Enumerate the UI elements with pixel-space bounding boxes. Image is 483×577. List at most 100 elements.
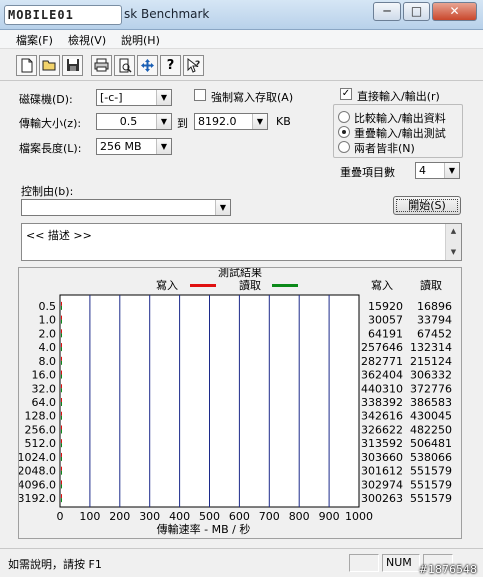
read-value: 372776 (410, 382, 452, 395)
status-pane-blank (349, 554, 379, 572)
write-bar (61, 439, 62, 444)
drive-select[interactable]: [-c-] ▼ (96, 89, 172, 106)
svg-text:?: ? (195, 60, 200, 70)
to-label: 到 (177, 117, 188, 130)
file-length-value: 256 MB (100, 140, 142, 153)
read-value: 482250 (410, 423, 452, 436)
close-button[interactable]: ✕ (432, 2, 477, 21)
x-axis-label: 傳輸速率 - MB / 秒 (157, 522, 251, 536)
description-scrollbar[interactable]: ▲ ▼ (445, 224, 461, 260)
help-icon[interactable]: ? (160, 55, 181, 76)
scroll-up-icon[interactable]: ▲ (446, 224, 461, 239)
x-tick-label: 600 (229, 510, 250, 523)
write-value: 257646 (361, 341, 403, 354)
write-bar (61, 494, 62, 499)
write-bar (61, 301, 62, 306)
menu-help[interactable]: 說明(H) (121, 32, 160, 48)
chevron-down-icon: ▼ (156, 114, 171, 129)
read-bar (61, 456, 62, 461)
x-tick-label: 500 (199, 510, 220, 523)
x-tick-label: 900 (319, 510, 340, 523)
menu-file[interactable]: 檔案(F) (16, 32, 53, 48)
x-tick-label: 100 (79, 510, 100, 523)
y-tick-label: 128.0 (25, 410, 57, 423)
benchmark-window: MOBILE01 sk Benchmark ─ □ ✕ 檔案(F) 檢視(V) … (0, 0, 483, 577)
read-bar (61, 319, 62, 324)
legend-write-label: 寫入 (156, 278, 178, 292)
write-value: 64191 (368, 327, 403, 340)
y-tick-label: 3192.0 (19, 492, 56, 505)
watermark-text: #1876548 (418, 563, 477, 576)
y-tick-label: 2048.0 (19, 465, 56, 478)
y-tick-label: 512.0 (25, 437, 57, 450)
save-icon[interactable] (62, 55, 83, 76)
status-bar: 如需說明，請按 F1 NUM #1876548 (0, 548, 483, 577)
y-tick-label: 32.0 (32, 382, 57, 395)
print-preview-icon[interactable] (114, 55, 135, 76)
toolbar: ? ? (0, 49, 483, 81)
transfer-from-select[interactable]: 0.5 ▼ (96, 113, 172, 130)
context-help-icon[interactable]: ? (183, 55, 204, 76)
write-value: 338392 (361, 396, 403, 409)
read-value: 67452 (417, 327, 452, 340)
move-arrows-icon[interactable] (137, 55, 158, 76)
read-bar (61, 333, 62, 338)
write-bar (61, 384, 62, 389)
read-value: 386583 (410, 396, 452, 409)
minimize-button[interactable]: ─ (373, 2, 401, 21)
direct-io-checkbox[interactable]: ✓ (340, 88, 352, 100)
radio-overlapped-io[interactable] (338, 126, 350, 138)
write-bar (61, 370, 62, 375)
read-value: 551579 (410, 465, 452, 478)
start-button[interactable]: 開始(S) (393, 196, 461, 215)
read-value: 551579 (410, 478, 452, 491)
y-tick-label: 1.0 (39, 314, 57, 327)
description-textarea[interactable]: << 描述 >> ▲ ▼ (21, 223, 462, 261)
write-bar (61, 315, 62, 320)
y-tick-label: 0.5 (39, 300, 57, 313)
x-tick-label: 1000 (345, 510, 373, 523)
menu-view[interactable]: 檢視(V) (68, 32, 106, 48)
transfer-to-value: 8192.0 (198, 115, 237, 128)
write-value: 15920 (368, 300, 403, 313)
read-value: 538066 (410, 451, 452, 464)
open-folder-icon[interactable] (39, 55, 60, 76)
write-bar (61, 466, 62, 471)
radio-neither[interactable] (338, 141, 350, 153)
read-bar (61, 443, 62, 448)
radio-overlapped-io-label: 重疊輸入/輸出測試 (354, 127, 446, 140)
write-value: 440310 (361, 382, 403, 395)
radio-compare-io-label: 比較輸入/輸出資料 (354, 112, 446, 125)
write-value: 282771 (361, 355, 403, 368)
read-value: 33794 (417, 314, 452, 327)
window-title: sk Benchmark (124, 7, 210, 21)
legend-read-swatch (272, 284, 298, 287)
chart-title: 測試結果 (218, 268, 262, 279)
chevron-down-icon: ▼ (444, 163, 459, 178)
controlled-by-select[interactable]: ▼ (21, 199, 231, 216)
print-icon[interactable] (91, 55, 112, 76)
scroll-down-icon[interactable]: ▼ (446, 245, 461, 260)
write-bar (61, 452, 62, 457)
read-bar (61, 429, 62, 434)
write-bar (61, 329, 62, 334)
results-chart: 測試結果寫入 讀取 寫入 讀取 0 100 200 300 400 500 600 700 800 900… (18, 265, 453, 536)
maximize-button[interactable]: □ (403, 2, 430, 21)
read-value: 132314 (410, 341, 452, 354)
file-length-select[interactable]: 256 MB ▼ (96, 138, 172, 155)
force-write-checkbox[interactable] (194, 89, 206, 101)
y-tick-label: 4.0 (39, 341, 57, 354)
transfer-to-select[interactable]: 8192.0 ▼ (194, 113, 268, 130)
x-tick-label: 400 (169, 510, 190, 523)
radio-compare-io[interactable] (338, 111, 350, 123)
read-value: 430045 (410, 410, 452, 423)
read-bar (61, 484, 62, 489)
write-bar (61, 356, 62, 361)
new-file-icon[interactable] (16, 55, 37, 76)
title-bar[interactable]: MOBILE01 sk Benchmark ─ □ ✕ (0, 0, 483, 30)
read-value: 306332 (410, 369, 452, 382)
x-tick-label: 300 (139, 510, 160, 523)
chevron-down-icon: ▼ (156, 90, 171, 105)
status-num: NUM (382, 554, 420, 572)
queue-depth-select[interactable]: 4 ▼ (415, 162, 460, 179)
